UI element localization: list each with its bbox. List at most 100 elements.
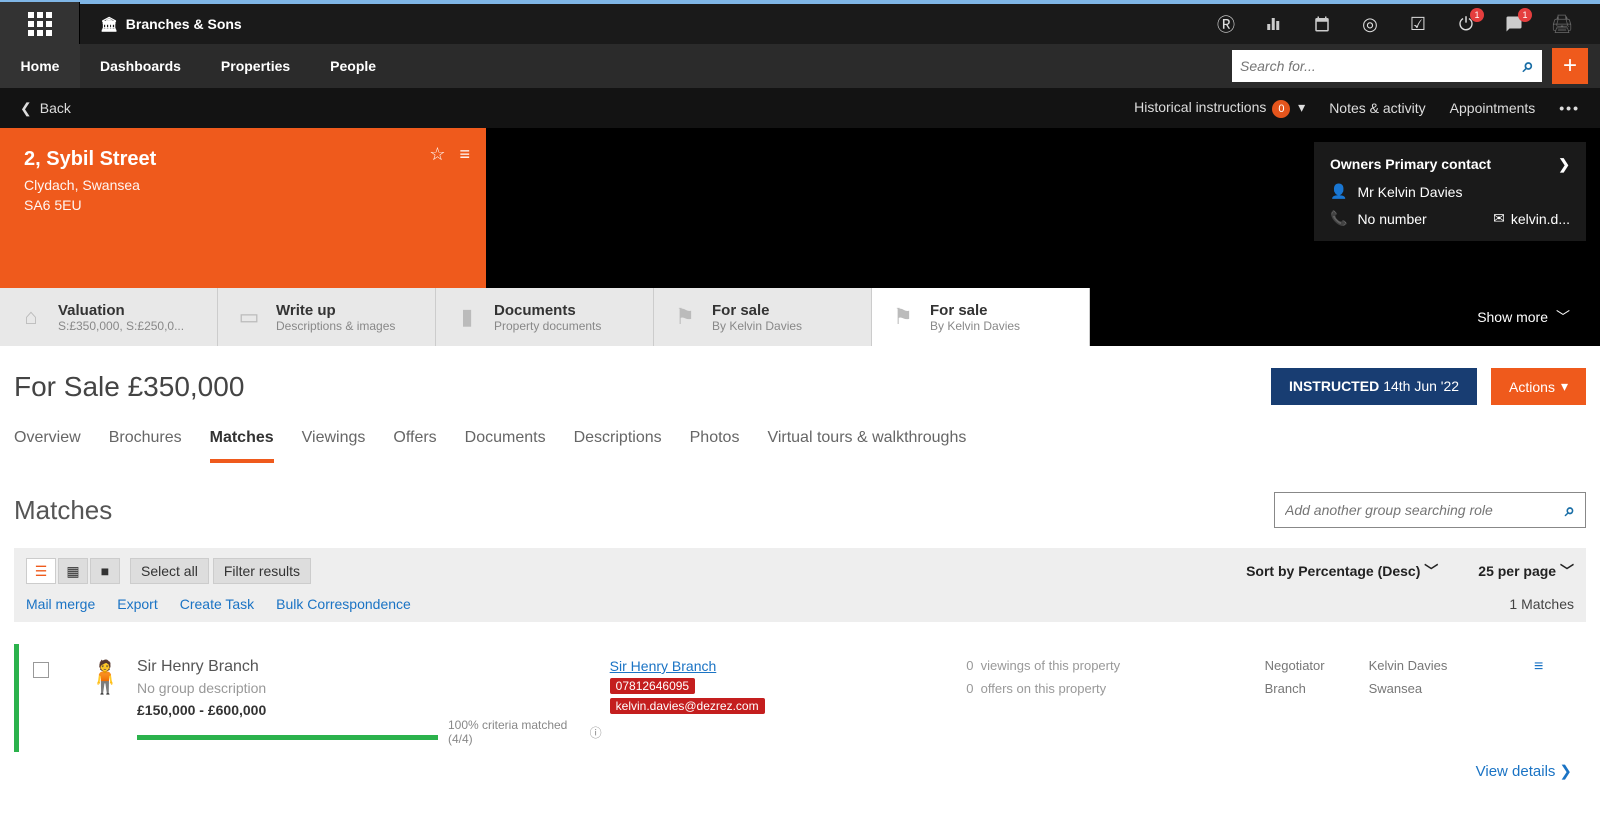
- bulk-correspondence-link[interactable]: Bulk Correspondence: [276, 596, 411, 612]
- tasks-icon[interactable]: ☑: [1408, 14, 1428, 34]
- match-price: £150,000 - £600,000: [137, 702, 602, 718]
- chevron-down-icon: ﹀: [1424, 563, 1438, 579]
- owner-name: Mr Kelvin Davies: [1357, 184, 1462, 200]
- email-icon: ✉: [1493, 210, 1505, 227]
- list-icon: ☰: [35, 563, 48, 580]
- search-input[interactable]: [1240, 58, 1523, 74]
- forsale-icon: ⚑: [672, 304, 698, 330]
- match-contact-link[interactable]: Sir Henry Branch: [610, 658, 717, 674]
- select-checkbox[interactable]: [33, 662, 49, 678]
- back-button[interactable]: ❮ Back: [20, 100, 71, 117]
- brand-bar: 🏛 Branches & Sons Ⓡ ◎ ☑ ⏻1 1 🖨: [0, 0, 1600, 44]
- nav-home[interactable]: Home: [0, 44, 80, 88]
- create-task-link[interactable]: Create Task: [180, 596, 254, 612]
- tab-brochures[interactable]: Brochures: [109, 423, 182, 463]
- tab-overview[interactable]: Overview: [14, 423, 81, 463]
- nav-people[interactable]: People: [310, 44, 396, 88]
- show-more-button[interactable]: Show more﹀: [1477, 288, 1600, 346]
- section-tabs: ⌂ValuationS:£350,000, S:£250,0... ▭Write…: [0, 288, 1600, 346]
- filter-results-button[interactable]: Filter results: [213, 558, 311, 584]
- chevron-down-icon: ﹀: [1556, 307, 1570, 327]
- section-tab-forsale-1[interactable]: ⚑For saleBy Kelvin Davies: [654, 288, 872, 346]
- owner-heading: Owners Primary contact: [1330, 156, 1491, 173]
- caret-down-icon: ▾: [1561, 378, 1568, 395]
- grid-icon: ▦: [66, 563, 79, 580]
- section-tab-valuation[interactable]: ⌂ValuationS:£350,000, S:£250,0...: [0, 288, 218, 346]
- analytics-icon[interactable]: [1264, 14, 1284, 34]
- alert-icon[interactable]: ⏻1: [1456, 14, 1476, 34]
- inner-tabs: Overview Brochures Matches Viewings Offe…: [0, 415, 1600, 464]
- messages-icon[interactable]: 1: [1504, 14, 1524, 34]
- section-tab-writeup[interactable]: ▭Write upDescriptions & images: [218, 288, 436, 346]
- owner-contact-card[interactable]: Owners Primary contact❯ 👤Mr Kelvin Davie…: [1314, 142, 1586, 241]
- card-icon: ■: [101, 563, 109, 579]
- negotiator-label: Negotiator: [1265, 658, 1355, 673]
- view-details-link[interactable]: View details❯: [0, 762, 1600, 798]
- forsale-icon: ⚑: [890, 304, 916, 330]
- nav-properties[interactable]: Properties: [201, 44, 310, 88]
- global-search[interactable]: ⌕: [1232, 50, 1542, 82]
- nav-dashboards[interactable]: Dashboards: [80, 44, 201, 88]
- match-name: Sir Henry Branch: [137, 658, 602, 676]
- row-menu-icon[interactable]: ≡: [1534, 658, 1574, 676]
- match-email[interactable]: kelvin.davies@dezrez.com: [610, 698, 765, 714]
- info-icon[interactable]: ⓘ: [590, 724, 602, 741]
- chevron-left-icon: ❮: [20, 100, 32, 117]
- mail-merge-link[interactable]: Mail merge: [26, 596, 95, 612]
- matches-toolbar: ☰ ▦ ■ Select all Filter results Sort by …: [14, 548, 1586, 622]
- match-phone[interactable]: 07812646095: [610, 678, 695, 694]
- matches-count: 1 Matches: [1509, 596, 1574, 612]
- tab-virtualtours[interactable]: Virtual tours & walkthroughs: [767, 423, 966, 463]
- brand-name: 🏛 Branches & Sons: [100, 16, 242, 33]
- group-search-input[interactable]: [1285, 502, 1565, 518]
- tab-viewings[interactable]: Viewings: [302, 423, 366, 463]
- app-grid-button[interactable]: [0, 2, 80, 46]
- book-icon: ▭: [236, 304, 262, 330]
- view-grid-button[interactable]: ▦: [58, 558, 88, 584]
- historical-instructions[interactable]: Historical instructions0 ▾: [1134, 99, 1305, 118]
- brand-name-text: Branches & Sons: [126, 16, 242, 32]
- search-icon[interactable]: ⌕: [1565, 500, 1575, 521]
- sort-dropdown[interactable]: Sort by Percentage (Desc) ﹀: [1246, 561, 1438, 581]
- select-all-button[interactable]: Select all: [130, 558, 209, 584]
- reports-icon[interactable]: Ⓡ: [1216, 14, 1236, 34]
- export-link[interactable]: Export: [117, 596, 157, 612]
- section-tab-forsale-2[interactable]: ⚑For saleBy Kelvin Davies: [872, 288, 1090, 346]
- actions-button[interactable]: Actions▾: [1491, 368, 1586, 405]
- historical-count-badge: 0: [1272, 100, 1290, 118]
- branch-value: Swansea: [1369, 681, 1526, 696]
- notes-activity[interactable]: Notes & activity: [1329, 100, 1425, 116]
- view-card-button[interactable]: ■: [90, 558, 120, 584]
- group-search[interactable]: ⌕: [1274, 492, 1586, 528]
- property-title: 2, Sybil Street: [24, 148, 462, 171]
- negotiator-value: Kelvin Davies: [1369, 658, 1526, 673]
- hero: ☆ ≡ 2, Sybil Street Clydach, Swansea SA6…: [0, 128, 1600, 288]
- nav-row: Home Dashboards Properties People ⌕ +: [0, 44, 1600, 88]
- search-icon[interactable]: ⌕: [1523, 55, 1534, 78]
- status-button[interactable]: INSTRUCTED14th Jun '22: [1271, 368, 1477, 405]
- star-icon[interactable]: ☆: [429, 144, 445, 165]
- document-icon: ▮: [454, 304, 480, 330]
- top-icons: Ⓡ ◎ ☑ ⏻1 1 🖨: [1216, 14, 1600, 34]
- view-list-button[interactable]: ☰: [26, 558, 56, 584]
- add-button[interactable]: +: [1552, 48, 1588, 84]
- section-tab-documents[interactable]: ▮DocumentsProperty documents: [436, 288, 654, 346]
- page-title: For Sale £350,000: [14, 371, 244, 403]
- property-locality: Clydach, Swansea: [24, 177, 462, 193]
- tab-offers[interactable]: Offers: [393, 423, 436, 463]
- chevron-right-icon: ❯: [1559, 763, 1572, 780]
- menu-icon[interactable]: ≡: [459, 144, 470, 165]
- target-icon[interactable]: ◎: [1360, 14, 1380, 34]
- perpage-dropdown[interactable]: 25 per page ﹀: [1478, 561, 1574, 581]
- tab-photos[interactable]: Photos: [690, 423, 740, 463]
- home-icon: ⌂: [18, 304, 44, 330]
- print-icon[interactable]: 🖨: [1552, 14, 1572, 34]
- tab-descriptions[interactable]: Descriptions: [574, 423, 662, 463]
- back-label: Back: [40, 100, 71, 116]
- tab-documents[interactable]: Documents: [465, 423, 546, 463]
- calendar-icon[interactable]: [1312, 14, 1332, 34]
- more-menu[interactable]: •••: [1559, 100, 1580, 116]
- appointments[interactable]: Appointments: [1450, 100, 1536, 116]
- tab-matches[interactable]: Matches: [210, 423, 274, 463]
- chevron-right-icon: ❯: [1558, 156, 1570, 173]
